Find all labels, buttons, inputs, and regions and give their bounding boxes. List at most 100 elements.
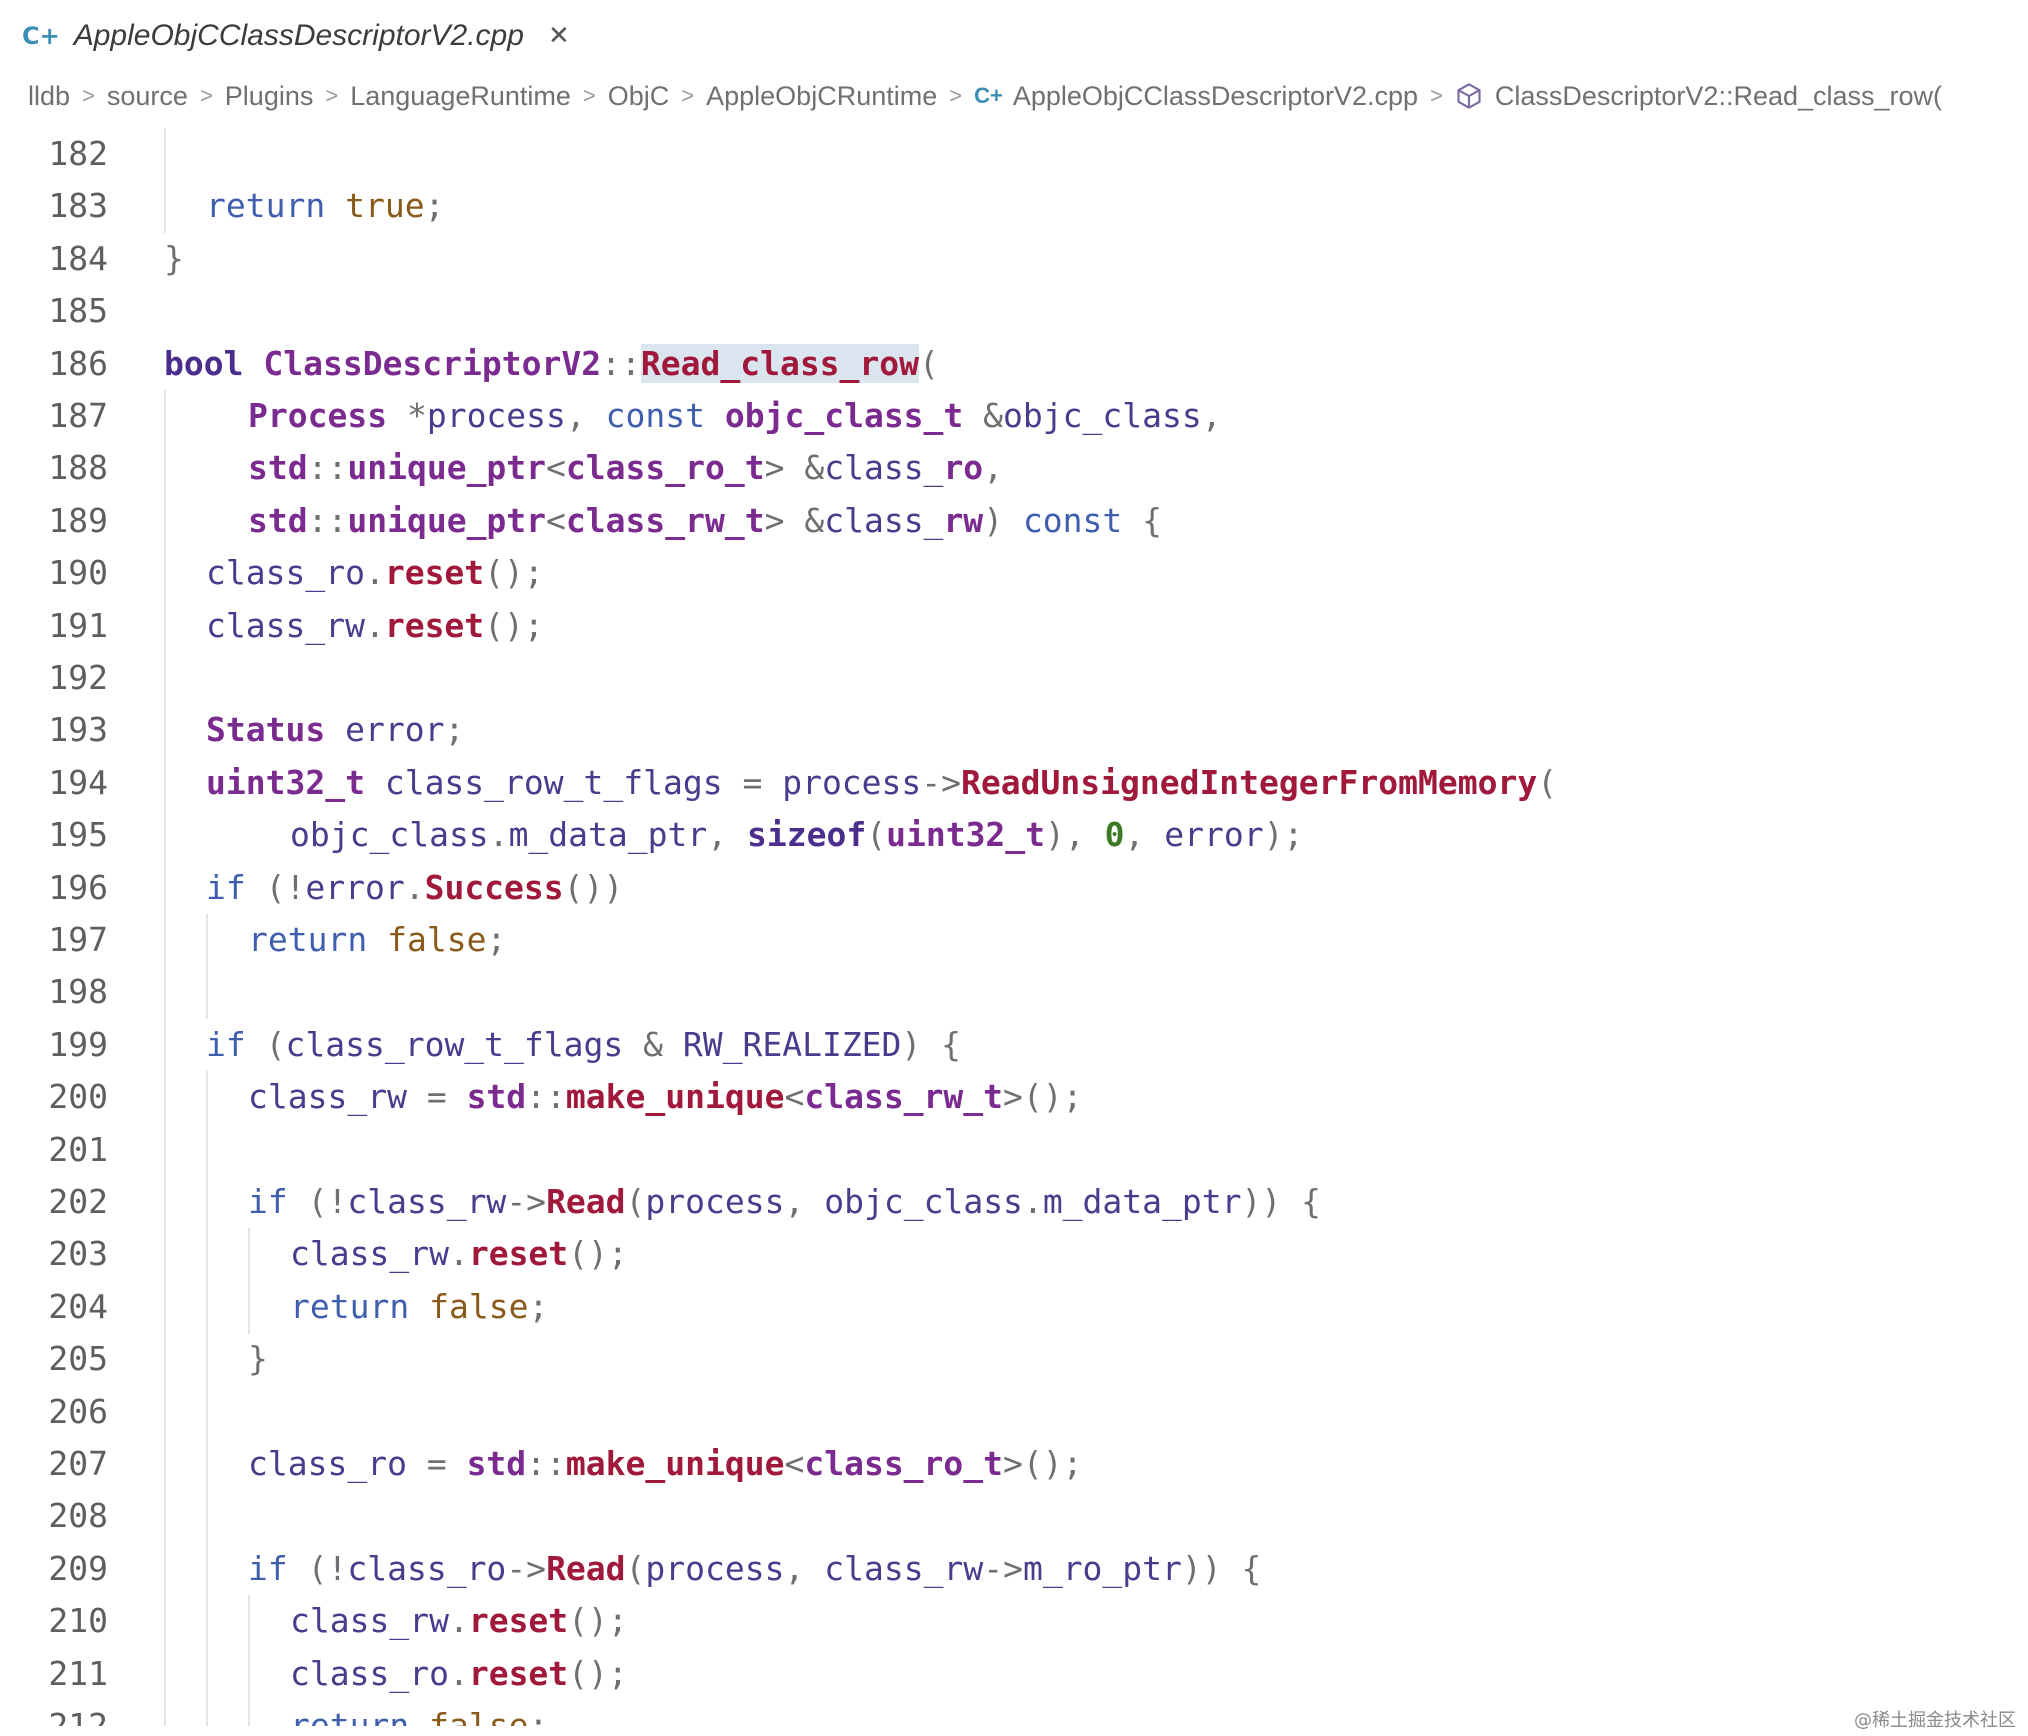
code-line[interactable]: 204 return false;	[0, 1280, 2028, 1334]
line-number: 208	[48, 1496, 108, 1536]
editor-tab[interactable]: C+ AppleObjCClassDescriptorV2.cpp ✕	[22, 12, 570, 60]
indent-guide	[164, 1333, 166, 1387]
code-line[interactable]: 196 if (!error.Success())	[0, 861, 2028, 915]
code-line[interactable]: 200 class_rw = std::make_unique<class_rw_…	[0, 1071, 2028, 1125]
code-line[interactable]: 191 class_rw.reset();	[0, 599, 2028, 653]
line-number: 209	[48, 1548, 108, 1588]
code-text: class_rw.reset();	[290, 1601, 628, 1641]
breadcrumb-item-objc[interactable]: ObjC	[608, 81, 670, 112]
indent-guide	[164, 547, 166, 601]
indent-guide	[164, 1438, 166, 1491]
line-number: 183	[48, 186, 108, 226]
code-line[interactable]: 205}	[0, 1333, 2028, 1387]
code-line[interactable]: 183 return true;	[0, 180, 2028, 234]
code-line[interactable]: 190 class_ro.reset();	[0, 547, 2028, 601]
code-text: return true;	[206, 186, 445, 226]
indent-guide	[206, 1176, 208, 1229]
chevron-right-icon: >	[681, 83, 695, 108]
code-text: }	[164, 238, 184, 278]
indent-guide	[248, 1280, 250, 1334]
line-number: 182	[48, 134, 108, 173]
cpp-file-icon: C+	[974, 83, 1003, 108]
breadcrumb-item-source[interactable]: source	[107, 81, 188, 112]
chevron-right-icon: >	[325, 83, 339, 108]
chevron-right-icon: >	[582, 83, 596, 108]
code-line[interactable]: 189 std::unique_ptr<class_rw_t> &class_rw…	[0, 494, 2028, 548]
code-line[interactable]: 185	[0, 285, 2028, 337]
indent-guide	[206, 1595, 208, 1649]
indent-guide	[206, 1228, 208, 1282]
code-line[interactable]: 203 class_rw.reset();	[0, 1228, 2028, 1282]
code-line[interactable]: 186 bool ClassDescriptorV2::Read_class_ro…	[0, 338, 2028, 390]
code-line[interactable]: 182	[0, 128, 2028, 181]
line-number: 189	[48, 500, 108, 540]
line-number: 188	[48, 448, 108, 488]
code-line[interactable]: 194 uint32_t class_row_t_flags = process-…	[0, 756, 2028, 810]
indent-guide	[164, 704, 166, 758]
code-line[interactable]: 201	[0, 1123, 2028, 1177]
indent-guide	[164, 966, 166, 1020]
line-number: 195	[48, 815, 108, 855]
breadcrumb-item-lldb[interactable]: lldb	[28, 81, 70, 112]
indent-guide	[248, 1700, 250, 1726]
indent-guide	[206, 914, 208, 967]
indent-guide	[164, 652, 166, 705]
code-line[interactable]: 211 class_ro.reset();	[0, 1647, 2028, 1701]
breadcrumb-item-symbol[interactable]: ClassDescriptorV2::Read_class_row(	[1495, 81, 1942, 112]
indent-guide	[164, 1385, 166, 1439]
indent-guide	[206, 1071, 208, 1125]
indent-guide	[164, 1228, 166, 1282]
line-number: 202	[48, 1182, 108, 1221]
line-number: 200	[48, 1077, 108, 1117]
code-line[interactable]: 187 Process *process, const objc_class_t …	[0, 390, 2028, 443]
indent-guide	[206, 1333, 208, 1387]
code-text: if (!class_rw->Read(process, objc_class.…	[248, 1182, 1321, 1221]
code-line[interactable]: 208	[0, 1490, 2028, 1544]
tab-title: AppleObjCClassDescriptorV2.cpp	[73, 19, 524, 52]
code-line[interactable]: 206	[0, 1385, 2028, 1439]
line-number: 186	[48, 343, 108, 383]
indent-guide	[164, 494, 166, 548]
code-text: return false;	[248, 920, 507, 959]
indent-guide	[164, 1018, 166, 1072]
indent-guide	[164, 1280, 166, 1334]
code-line[interactable]: 197 return false;	[0, 914, 2028, 967]
code-line[interactable]: 193 Status error;	[0, 704, 2028, 758]
code-line[interactable]: 212 return false;	[0, 1700, 2028, 1726]
indent-guide	[164, 1647, 166, 1701]
chevron-right-icon: >	[1430, 83, 1443, 108]
breadcrumb-item-file[interactable]: AppleObjCClassDescriptorV2.cpp	[1013, 81, 1418, 112]
code-text: std::unique_ptr<class_ro_t> &class_ro,	[248, 448, 1004, 488]
code-text: std::unique_ptr<class_rw_t> &class_rw) c…	[248, 500, 1163, 540]
line-number: 184	[48, 238, 108, 278]
code-line[interactable]: 195 objc_class.m_data_ptr, sizeof(uint32_…	[0, 809, 2028, 863]
indent-guide	[164, 861, 166, 915]
code-line[interactable]: 209 if (!class_ro->Read(process, class_rw…	[0, 1542, 2028, 1596]
code-line[interactable]: 210 class_rw.reset();	[0, 1595, 2028, 1649]
breadcrumb-item-appleobjcruntime[interactable]: AppleObjCRuntime	[706, 81, 937, 112]
code-line[interactable]: 207 class_ro = std::make_unique<class_ro_…	[0, 1438, 2028, 1491]
code-text: if (class_row_t_flags & RW_REALIZED) {	[206, 1024, 962, 1064]
code-line[interactable]: 188 std::unique_ptr<class_ro_t> &class_ro…	[0, 442, 2028, 496]
breadcrumb-item-plugins[interactable]: Plugins	[225, 81, 314, 112]
indent-guide	[206, 1438, 208, 1491]
code-line[interactable]: 192	[0, 652, 2028, 705]
close-icon[interactable]: ✕	[548, 21, 570, 51]
chevron-right-icon: >	[949, 83, 963, 108]
code-line[interactable]: 184}	[0, 233, 2028, 285]
line-number: 185	[48, 291, 108, 331]
code-line[interactable]: 202 if (!class_rw->Read(process, objc_cla…	[0, 1176, 2028, 1229]
code-text: Process *process, const objc_class_t &ob…	[248, 396, 1222, 435]
code-text: }	[248, 1339, 268, 1379]
code-text: class_ro = std::make_unique<class_ro_t>(…	[248, 1444, 1083, 1483]
indent-guide	[164, 1123, 166, 1177]
code-line[interactable]: 199 if (class_row_t_flags & RW_REALIZED) …	[0, 1018, 2028, 1072]
indent-guide	[248, 1228, 250, 1282]
code-text: class_rw = std::make_unique<class_rw_t>(…	[248, 1077, 1083, 1117]
indent-guide	[206, 1490, 208, 1544]
line-number: 212	[48, 1706, 108, 1726]
tab-bar: C+ AppleObjCClassDescriptorV2.cpp ✕	[0, 0, 2028, 72]
code-editor[interactable]: 182 183 return true; 184} 185 186 bool ClassDe…	[0, 128, 2028, 1726]
breadcrumb-item-languageruntime[interactable]: LanguageRuntime	[350, 81, 571, 112]
code-line[interactable]: 198	[0, 966, 2028, 1020]
